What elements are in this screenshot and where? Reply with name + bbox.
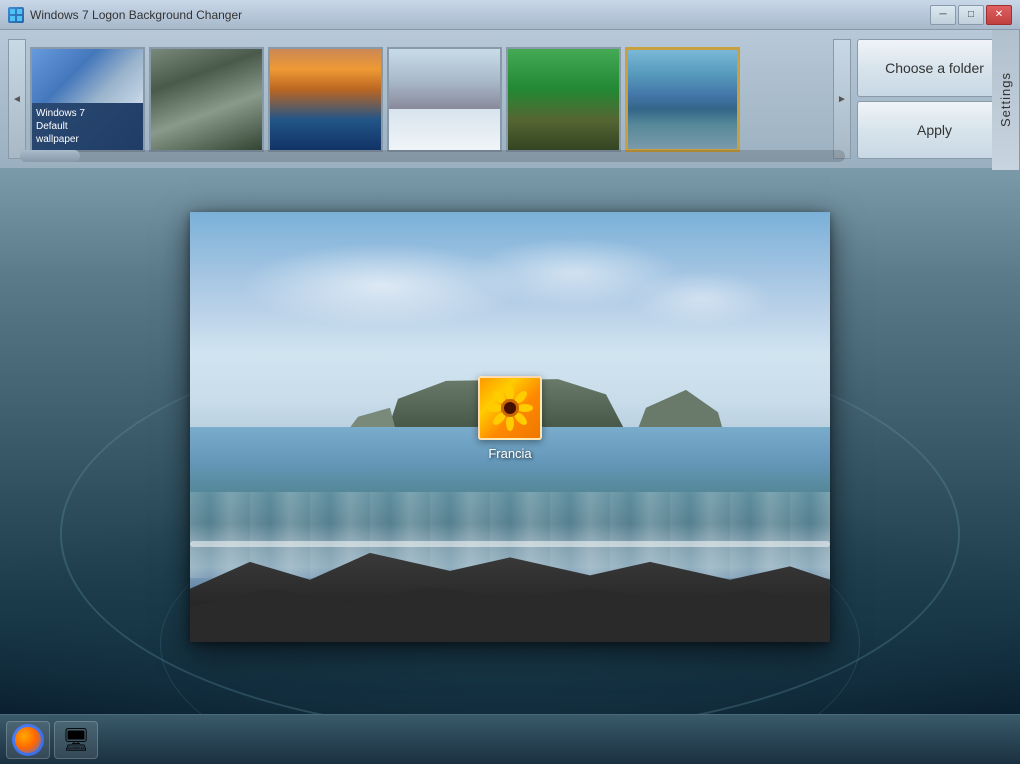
thumbnail-sunset[interactable] (268, 47, 383, 152)
user-icon-image (478, 376, 542, 440)
apply-button[interactable]: Apply (857, 101, 1012, 159)
preview-screen-inner: Francia (190, 212, 830, 642)
thumbnail-elephant[interactable] (149, 47, 264, 152)
close-button[interactable]: ✕ (986, 5, 1012, 25)
thumbnail-scrollbar[interactable] (20, 150, 845, 162)
preview-rocks (190, 535, 830, 643)
settings-tab[interactable]: Settings (992, 30, 1020, 170)
wave-foam (190, 541, 830, 547)
user-name-label: Francia (488, 446, 531, 461)
scroll-left-icon: ◄ (12, 94, 22, 105)
preview-screen: Francia (190, 212, 830, 642)
user-icon-container: Francia (478, 376, 542, 461)
window-title: Windows 7 Logon Background Changer (30, 8, 930, 22)
monitor-icon: 🖥 (62, 727, 90, 753)
scroll-left-button[interactable]: ◄ (8, 39, 26, 159)
preview-clouds (190, 234, 830, 363)
thumbnails-container: Windows 7 Default wallpaper (26, 44, 833, 154)
minimize-button[interactable]: ─ (930, 5, 956, 25)
scroll-right-button[interactable]: ► (833, 39, 851, 159)
maximize-button[interactable]: □ (958, 5, 984, 25)
toolbar: ◄ Windows 7 Default wallpaper (0, 30, 1020, 170)
thumbnail-scrollbar-thumb (20, 150, 80, 162)
thumbnail-snow[interactable] (387, 47, 502, 152)
scroll-right-icon: ► (837, 94, 847, 105)
settings-label: Settings (998, 73, 1013, 128)
thumbnail-green[interactable] (506, 47, 621, 152)
thumbnail-default[interactable]: Windows 7 Default wallpaper (30, 47, 145, 152)
thumbnail-scroll-area: Windows 7 Default wallpaper (26, 39, 833, 159)
firefox-button[interactable] (6, 721, 50, 759)
app-icon (8, 7, 24, 23)
thumbnail-default-bg (32, 49, 143, 103)
main-window: Windows 7 Logon Background Changer ─ □ ✕… (0, 0, 1020, 764)
choose-folder-button[interactable]: Choose a folder (857, 39, 1012, 97)
thumbnail-default-label: Windows 7 Default wallpaper (32, 103, 143, 150)
thumbnail-coast[interactable] (625, 47, 740, 152)
taskbar: 🖥 (0, 714, 1020, 764)
title-bar: Windows 7 Logon Background Changer ─ □ ✕ (0, 0, 1020, 30)
window-controls: ─ □ ✕ (930, 5, 1012, 25)
action-buttons: Choose a folder Apply (857, 39, 1012, 159)
main-content: Francia (0, 170, 1020, 714)
monitor-button[interactable]: 🖥 (54, 721, 98, 759)
